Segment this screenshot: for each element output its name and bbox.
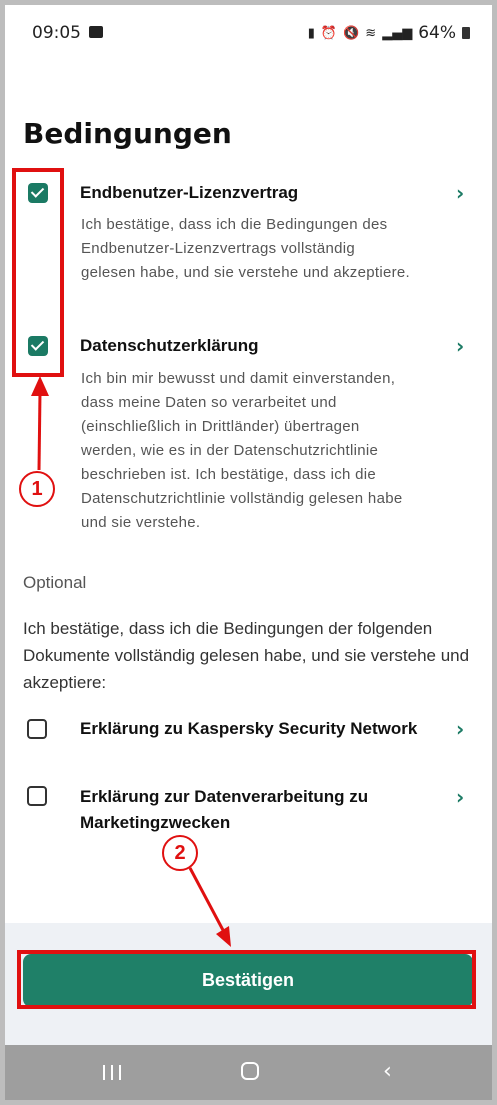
annotation-arrowhead-1 (31, 376, 49, 396)
annotation-arrow-1 (37, 391, 42, 471)
annotation-marker-2: 2 (162, 835, 198, 871)
annotation-marker-1: 1 (19, 471, 55, 507)
annotation-arrows (31, 376, 231, 947)
annotation-arrow-2 (188, 867, 226, 933)
